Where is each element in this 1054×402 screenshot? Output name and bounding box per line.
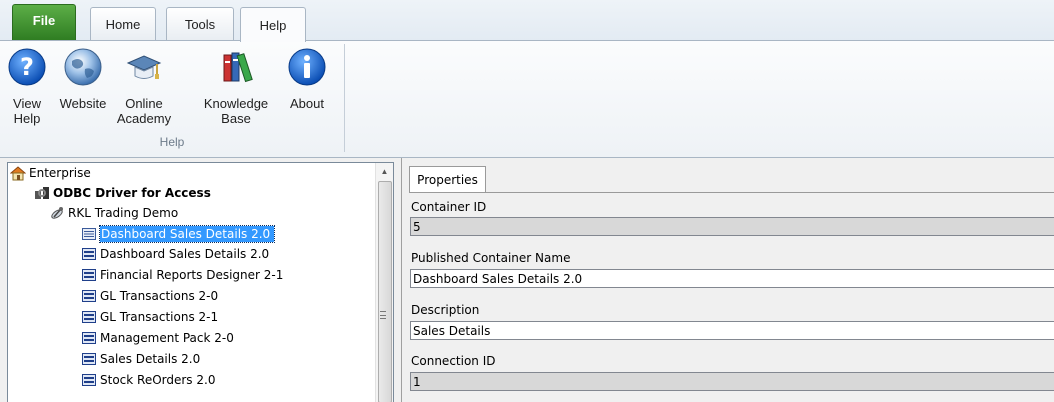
container-icon (82, 332, 96, 344)
globe-icon (64, 48, 102, 86)
tree-item-gl-transactions-2-1[interactable]: GL Transactions 2-1 (81, 307, 218, 327)
ribbon-group-label: Help (159, 135, 185, 149)
tree-item-label: GL Transactions 2-0 (100, 289, 219, 303)
view-help-button[interactable]: ? View Help (8, 47, 46, 131)
knowledge-base-label-1: Knowledge (203, 96, 269, 111)
online-academy-label-2: Academy (116, 111, 172, 126)
tree-item-label: Enterprise (29, 166, 91, 180)
ribbon-tab-bar: File Home Tools Help (0, 0, 1054, 42)
tree-item-odbc-driver[interactable]: ODBC Driver for Access (34, 183, 211, 203)
container-icon (82, 269, 96, 281)
panel-splitter[interactable] (394, 158, 401, 402)
knowledge-base-label-2: Base (221, 111, 251, 126)
container-icon (82, 248, 96, 260)
tree-item-dashboard-sales-details[interactable]: Dashboard Sales Details 2.0 (81, 244, 269, 264)
container-icon (82, 228, 96, 240)
tree-item-label: Dashboard Sales Details 2.0 (98, 225, 276, 243)
info-icon (288, 48, 326, 86)
website-label: Website (59, 96, 107, 111)
home-icon (10, 166, 26, 181)
tree-item-label: Stock ReOrders 2.0 (100, 373, 216, 387)
graduation-cap-icon (126, 55, 162, 79)
scroll-up-arrow-icon[interactable]: ▲ (376, 163, 393, 180)
view-help-label-2: Help (13, 111, 41, 126)
tree-item-label: Management Pack 2-0 (100, 331, 234, 345)
tree-scrollbar[interactable]: ▲ (375, 163, 393, 402)
container-icon (82, 290, 96, 302)
tab-file[interactable]: File (12, 4, 76, 40)
description-field[interactable]: Sales Details (410, 321, 1054, 340)
tab-divider (409, 192, 1054, 193)
properties-panel: Properties Container ID 5 Published Cont… (401, 158, 1054, 402)
published-container-name-label: Published Container Name (411, 251, 571, 265)
online-academy-label-1: Online (125, 96, 163, 111)
tree-item-stock-reorders[interactable]: Stock ReOrders 2.0 (81, 370, 215, 390)
scrollbar-thumb[interactable] (378, 181, 392, 402)
scrollbar-grip-icon (380, 311, 386, 319)
tree-item-dashboard-sales-details-selected[interactable]: Dashboard Sales Details 2.0 (81, 224, 276, 244)
tree-item-financial-reports-designer[interactable]: Financial Reports Designer 2-1 (81, 265, 283, 285)
books-icon (223, 52, 253, 83)
container-id-field: 5 (410, 217, 1054, 236)
tab-tools[interactable]: Tools (166, 7, 234, 41)
tree-item-label: Sales Details 2.0 (100, 352, 201, 366)
container-icon (82, 374, 96, 386)
tree-item-label: GL Transactions 2-1 (100, 310, 219, 324)
container-tree[interactable]: Enterprise ODBC Driver for Access RKL Tr… (7, 162, 394, 402)
svg-text:?: ? (20, 53, 34, 81)
tree-item-management-pack[interactable]: Management Pack 2-0 (81, 328, 234, 348)
online-academy-button[interactable]: Online Academy (116, 47, 172, 131)
website-button[interactable]: Website (56, 47, 110, 131)
odbc-driver-icon (35, 187, 49, 199)
tree-item-rkl-trading-demo[interactable]: RKL Trading Demo (49, 203, 178, 223)
about-label: About (290, 96, 324, 111)
tree-item-label: Dashboard Sales Details 2.0 (100, 247, 270, 261)
tab-home[interactable]: Home (90, 7, 156, 41)
knowledge-base-button[interactable]: Knowledge Base (196, 47, 276, 131)
tree-item-label: RKL Trading Demo (68, 206, 179, 220)
tab-properties[interactable]: Properties (409, 166, 486, 192)
container-icon (82, 311, 96, 323)
container-id-label: Container ID (411, 200, 487, 214)
tree-item-label: ODBC Driver for Access (53, 186, 211, 200)
tree-item-enterprise[interactable]: Enterprise (10, 163, 91, 183)
about-button[interactable]: About (284, 47, 330, 131)
satellite-icon (51, 207, 63, 219)
tree-item-gl-transactions-2-0[interactable]: GL Transactions 2-0 (81, 286, 218, 306)
published-container-name-field[interactable]: Dashboard Sales Details 2.0 (410, 269, 1054, 288)
container-icon (82, 353, 96, 365)
tree-item-label: Financial Reports Designer 2-1 (100, 268, 284, 282)
ribbon-group-separator (344, 44, 345, 152)
help-circle-icon: ? (8, 48, 46, 86)
description-label: Description (411, 303, 480, 317)
connection-id-label: Connection ID (411, 354, 496, 368)
tab-help[interactable]: Help (240, 7, 306, 42)
tree-item-sales-details[interactable]: Sales Details 2.0 (81, 349, 200, 369)
connection-id-field: 1 (410, 372, 1054, 391)
view-help-label-1: View (13, 96, 41, 111)
